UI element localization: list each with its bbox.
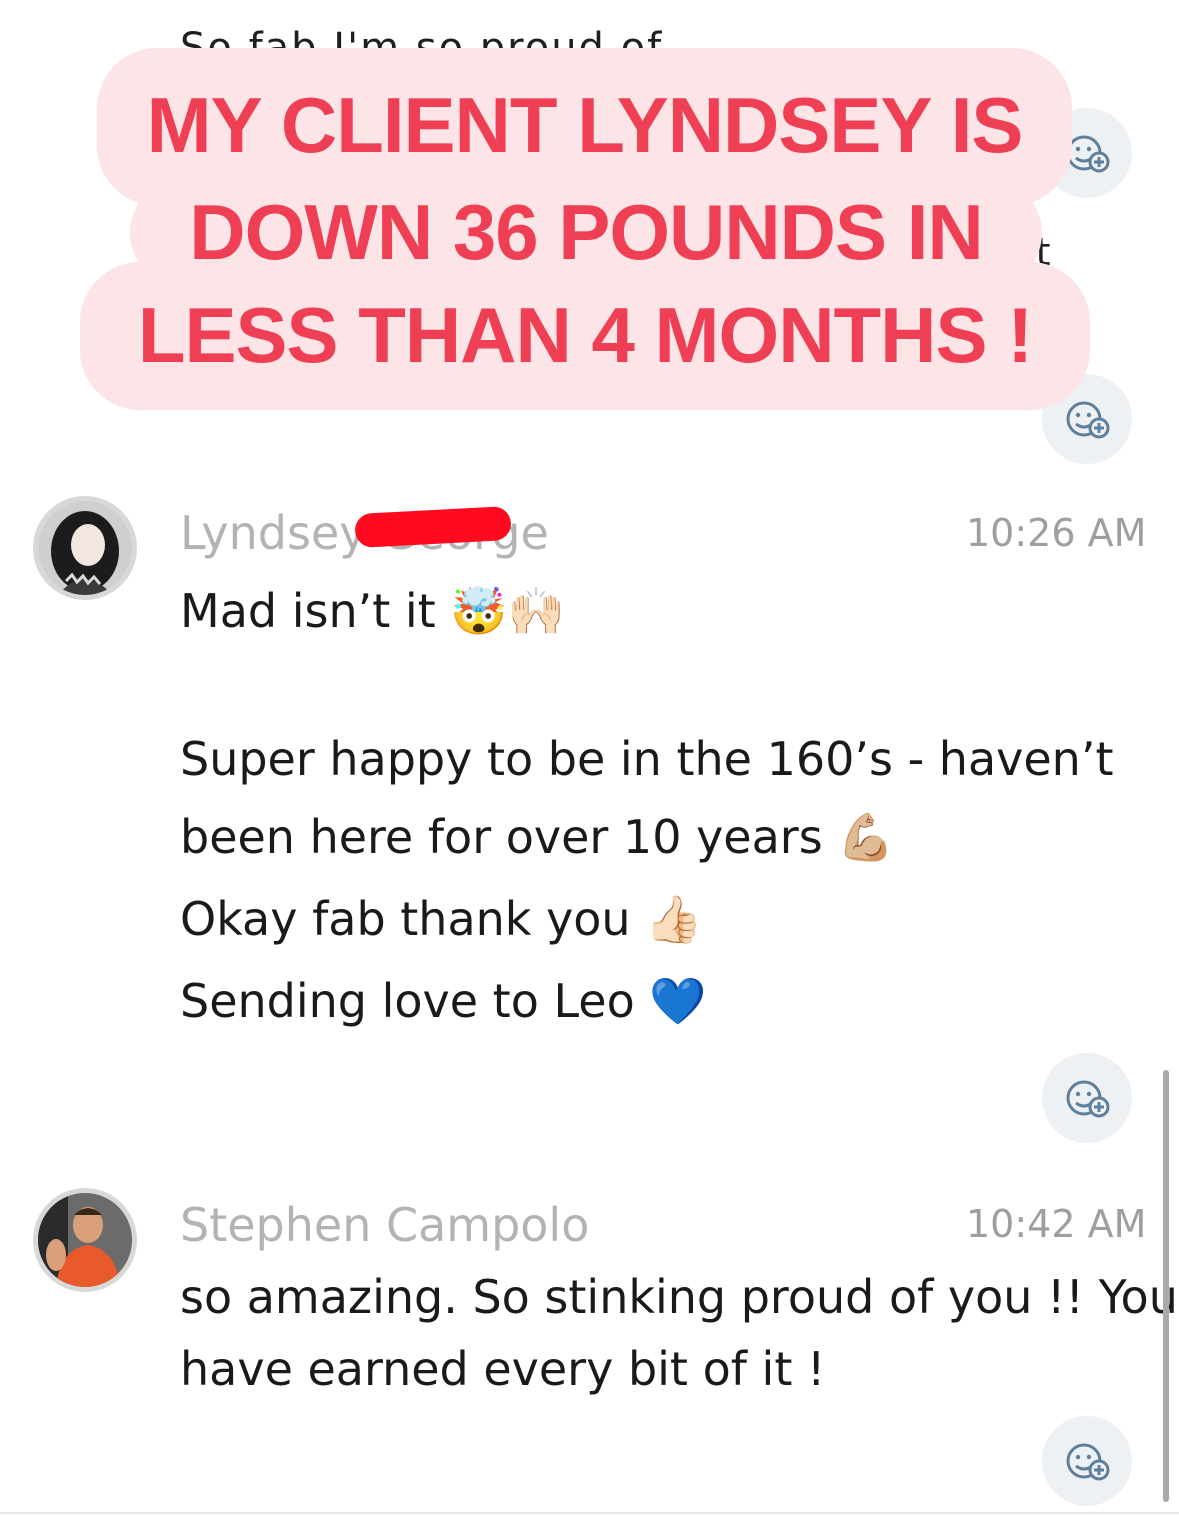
banner-text-1: MY CLIENT LYNDSEY IS bbox=[146, 81, 1024, 169]
message-line: Super happy to be in the 160’s - haven’t bbox=[180, 732, 1114, 786]
add-reaction-icon bbox=[1066, 1443, 1110, 1481]
message-line: Okay fab thank you 👍🏻 bbox=[180, 892, 703, 946]
divider bbox=[0, 1512, 1179, 1514]
add-reaction-icon bbox=[1066, 1080, 1110, 1118]
message-timestamp: 10:26 AM bbox=[966, 511, 1147, 555]
message-line: so amazing. So stinking proud of you !! … bbox=[180, 1270, 1178, 1324]
sender-name[interactable]: Stephen Campolo bbox=[180, 1198, 589, 1252]
message-line: Sending love to Leo 💙 bbox=[180, 974, 707, 1028]
avatar-stephen[interactable] bbox=[33, 1188, 137, 1292]
add-reaction-icon bbox=[1066, 401, 1110, 439]
banner-text-3: LESS THAN 4 MONTHS ! bbox=[137, 291, 1033, 379]
message-line: have earned every bit of it ! bbox=[180, 1342, 826, 1396]
avatar-lyndsey[interactable] bbox=[33, 496, 137, 600]
add-reaction-button[interactable] bbox=[1042, 1416, 1132, 1506]
avatar-image bbox=[38, 1193, 132, 1287]
scrollbar[interactable] bbox=[1163, 1070, 1169, 1502]
message-timestamp: 10:42 AM bbox=[966, 1202, 1147, 1246]
message-line: been here for over 10 years 💪🏼 bbox=[180, 810, 895, 864]
add-reaction-button[interactable] bbox=[1042, 1053, 1132, 1143]
message-line: Mad isn’t it 🤯🙌🏻 bbox=[180, 584, 565, 638]
avatar-image bbox=[38, 501, 132, 595]
banner-line-3: LESS THAN 4 MONTHS ! bbox=[80, 262, 1090, 410]
cut-off-message-text: So fab I'm so proud of bbox=[180, 25, 664, 48]
